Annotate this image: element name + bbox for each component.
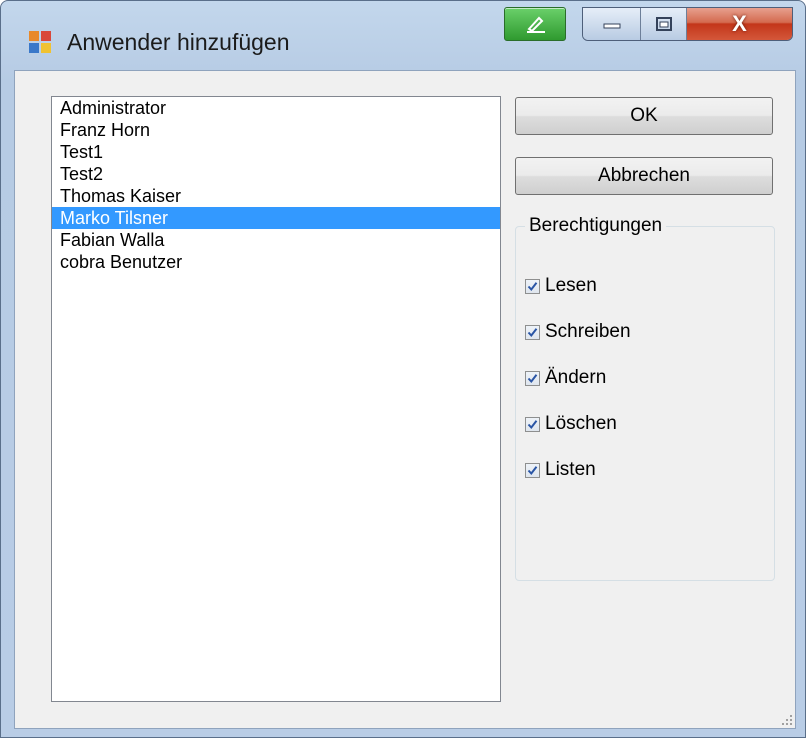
checkbox-loeschen[interactable]: Löschen [525, 411, 617, 437]
app-window-icon [29, 31, 53, 55]
list-item[interactable]: Test2 [52, 163, 500, 185]
checkbox-label: Listen [545, 459, 596, 480]
checkbox-aendern[interactable]: Ändern [525, 365, 606, 391]
checkbox-label: Löschen [545, 413, 617, 434]
pen-icon [527, 16, 545, 33]
resize-grip-icon[interactable] [781, 714, 793, 726]
close-button[interactable]: X [687, 8, 792, 40]
ok-button[interactable]: OK [515, 97, 773, 135]
checkbox-label: Lesen [545, 275, 597, 296]
list-item[interactable]: cobra Benutzer [52, 251, 500, 273]
title-bar[interactable]: Anwender hinzufügen X [1, 1, 805, 71]
checkbox-schreiben[interactable]: Schreiben [525, 319, 631, 345]
list-item[interactable]: Marko Tilsner [52, 207, 500, 229]
checkmark-icon [527, 373, 538, 383]
checkbox-box[interactable] [525, 416, 540, 432]
checkbox-box[interactable] [525, 462, 540, 478]
list-item[interactable]: Thomas Kaiser [52, 185, 500, 207]
checkbox-box[interactable] [525, 324, 540, 340]
checkmark-icon [527, 327, 538, 337]
dialog-window: Anwender hinzufügen X Administrator Fran… [0, 0, 806, 738]
checkbox-box[interactable] [525, 278, 540, 294]
checkbox-label: Schreiben [545, 321, 631, 342]
checkbox-lesen[interactable]: Lesen [525, 273, 597, 299]
list-item[interactable]: Franz Horn [52, 119, 500, 141]
list-item[interactable]: Fabian Walla [52, 229, 500, 251]
cancel-button[interactable]: Abbrechen [515, 157, 773, 195]
checkbox-listen[interactable]: Listen [525, 457, 596, 483]
close-icon: X [732, 11, 747, 36]
checkbox-label: Ändern [545, 367, 607, 388]
minimize-button[interactable] [583, 8, 641, 40]
permissions-title: Berechtigungen [525, 215, 667, 237]
caption-buttons: X [582, 7, 793, 41]
pen-button[interactable] [504, 7, 566, 41]
checkmark-icon [527, 281, 538, 291]
checkmark-icon [527, 465, 538, 475]
window-title: Anwender hinzufügen [67, 29, 290, 55]
checkbox-box[interactable] [525, 370, 540, 386]
user-listbox[interactable]: Administrator Franz Horn Test1 Test2 Tho… [51, 96, 501, 702]
maximize-button[interactable] [641, 8, 687, 40]
minimize-icon [603, 23, 620, 29]
maximize-icon [655, 17, 672, 31]
dialog-client-area: Administrator Franz Horn Test1 Test2 Tho… [14, 70, 796, 729]
list-item[interactable]: Administrator [52, 97, 500, 119]
list-item[interactable]: Test1 [52, 141, 500, 163]
checkmark-icon [527, 419, 538, 429]
